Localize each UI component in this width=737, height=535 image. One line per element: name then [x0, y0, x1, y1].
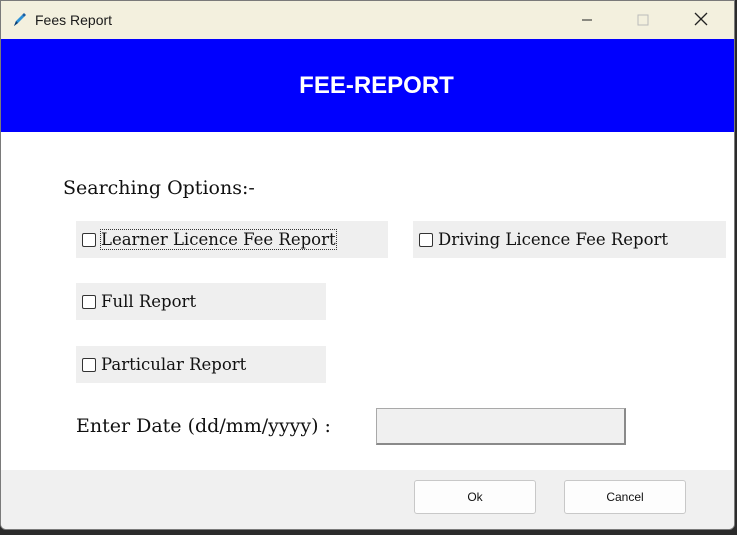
- close-icon: [694, 11, 708, 30]
- driving-licence-option[interactable]: Driving Licence Fee Report: [413, 221, 726, 258]
- maximize-icon: [637, 11, 649, 30]
- ok-button[interactable]: Ok: [414, 480, 536, 514]
- app-pen-icon: [11, 12, 27, 28]
- minimize-button[interactable]: [564, 1, 610, 39]
- title-bar[interactable]: Fees Report: [1, 1, 734, 39]
- learner-licence-option[interactable]: Learner Licence Fee Report: [76, 221, 388, 258]
- learner-licence-label: Learner Licence Fee Report: [100, 229, 337, 250]
- driving-licence-label: Driving Licence Fee Report: [438, 230, 669, 249]
- full-report-checkbox[interactable]: [82, 294, 96, 309]
- banner-title: FEE-REPORT: [299, 71, 454, 99]
- particular-report-label: Particular Report: [101, 355, 247, 374]
- full-report-option[interactable]: Full Report: [76, 283, 326, 320]
- header-banner: FEE-REPORT: [1, 39, 734, 132]
- fees-report-window: Fees Report FEE-REPORT Searching Options…: [0, 0, 735, 530]
- close-button[interactable]: [678, 1, 724, 39]
- learner-licence-checkbox[interactable]: [82, 232, 96, 247]
- driving-licence-checkbox[interactable]: [419, 232, 433, 247]
- particular-report-checkbox[interactable]: [82, 357, 96, 372]
- full-report-label: Full Report: [101, 292, 197, 311]
- minimize-icon: [581, 11, 593, 30]
- maximize-button[interactable]: [620, 1, 666, 39]
- dialog-footer: Ok Cancel: [1, 470, 734, 529]
- enter-date-label: Enter Date (dd/mm/yyyy) :: [76, 415, 331, 437]
- date-input[interactable]: [376, 408, 626, 445]
- window-title: Fees Report: [35, 12, 113, 28]
- particular-report-option[interactable]: Particular Report: [76, 346, 326, 383]
- cancel-button[interactable]: Cancel: [564, 480, 686, 514]
- searching-options-label: Searching Options:-: [63, 177, 255, 199]
